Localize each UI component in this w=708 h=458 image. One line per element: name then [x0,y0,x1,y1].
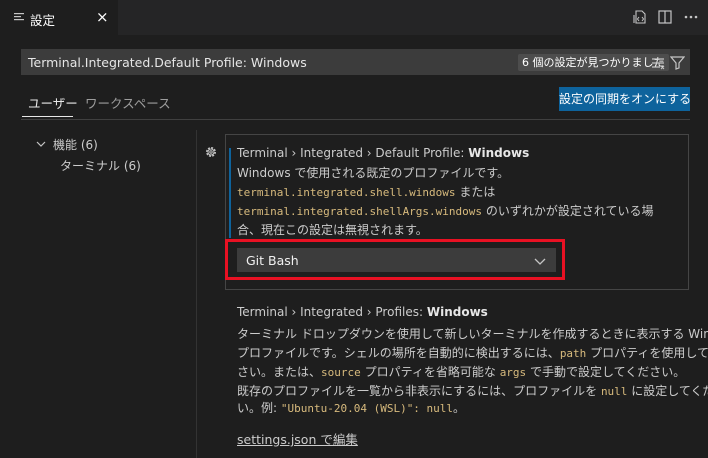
search-value[interactable]: Terminal.Integrated.Default Profile: Win… [28,55,307,70]
active-tab-indicator [22,116,73,117]
settings-search-input[interactable]: Terminal.Integrated.Default Profile: Win… [21,49,690,75]
setting-category: Terminal › Integrated › Default Profile: [237,146,469,160]
setting-description: ターミナル ドロップダウンを使用して新しいターミナルを作成するときに表示する W… [237,327,708,341]
dropdown-value: Git Bash [246,253,299,268]
open-json-icon[interactable] [632,9,648,25]
setting-name: Windows [426,305,488,319]
default-profile-dropdown[interactable]: Git Bash [237,248,556,272]
code-args: args [499,366,527,379]
close-icon[interactable]: × [96,8,109,26]
settings-file-icon [14,13,24,21]
chevron-down-icon[interactable] [36,139,46,149]
turn-on-settings-sync-button[interactable]: 設定の同期をオンにする [559,87,691,111]
code-source: source [321,366,361,379]
desc-text: プロパティを使用してくだ [590,346,708,360]
code-shell-windows[interactable]: terminal.integrated.shell.windows [237,186,456,199]
setting-description: terminal.integrated.shell.windows または [237,183,495,202]
split-editor-icon[interactable] [657,9,673,25]
gear-icon[interactable] [204,145,218,159]
desc-text: のいずれかが設定されている場 [482,204,654,218]
tab-title: 設定 [30,13,56,28]
desc-text: で手動で設定してください。 [526,365,686,379]
toc-item-features[interactable]: 機能 (6) [53,136,98,153]
desc-text: 。 [453,401,466,415]
setting-description: プロファイルです。シェルの場所を自動的に検出するには、path プロパティを使用… [237,344,708,363]
setting-name: Windows [468,146,530,160]
toc-item-terminal[interactable]: ターミナル (6) [60,157,141,174]
desc-text: プロパティを省略可能な [360,365,500,379]
desc-text: い。例: [237,401,281,415]
more-actions-icon[interactable] [683,9,699,25]
focus-indicator [229,148,231,238]
tab-user[interactable]: ユーザー [28,93,78,112]
chevron-down-icon [534,258,546,265]
edit-in-settings-json-link[interactable]: settings.json で編集 [237,429,358,448]
desc-text: に設定してくださ [631,384,708,398]
desc-text: プロファイルです。シェルの場所を自動的に検出するには、 [237,346,560,360]
desc-text: 既存のプロファイルを一覧から非表示にするには、プロファイルを [237,384,601,398]
setting-category: Terminal › Integrated › Profiles: [237,305,427,319]
code-shell-args-windows[interactable]: terminal.integrated.shellArgs.windows [237,205,482,218]
result-count-badge: 6 個の設定が見つかりました [518,54,669,71]
code-path: path [559,347,587,360]
tab-workspace[interactable]: ワークスペース [85,93,171,112]
setting-description: terminal.integrated.shellArgs.windows のい… [237,202,654,221]
code-null: null [600,385,628,398]
setting-description: い。例: "Ubuntu-20.04 (WSL)": null。 [237,399,465,418]
desc-text: さい。または、 [237,365,322,379]
tab-settings[interactable]: 設定 × [0,0,118,35]
setting-description: さい。または、source プロパティを省略可能な args で手動で設定してく… [237,363,685,382]
clear-filter-icon[interactable] [651,56,665,70]
setting-title: Terminal › Integrated › Default Profile:… [237,146,529,160]
setting-title: Terminal › Integrated › Profiles: Window… [237,305,488,319]
header-divider [21,119,690,120]
setting-description: Windows で使用される既定のプロファイルです。 [237,166,510,180]
desc-text: または [455,185,496,199]
setting-description: 合、現在この設定は無視されます。 [237,223,428,237]
code-example: "Ubuntu-20.04 (WSL)": null [280,402,454,415]
filter-icon[interactable] [670,55,685,70]
toc-divider [196,130,197,458]
